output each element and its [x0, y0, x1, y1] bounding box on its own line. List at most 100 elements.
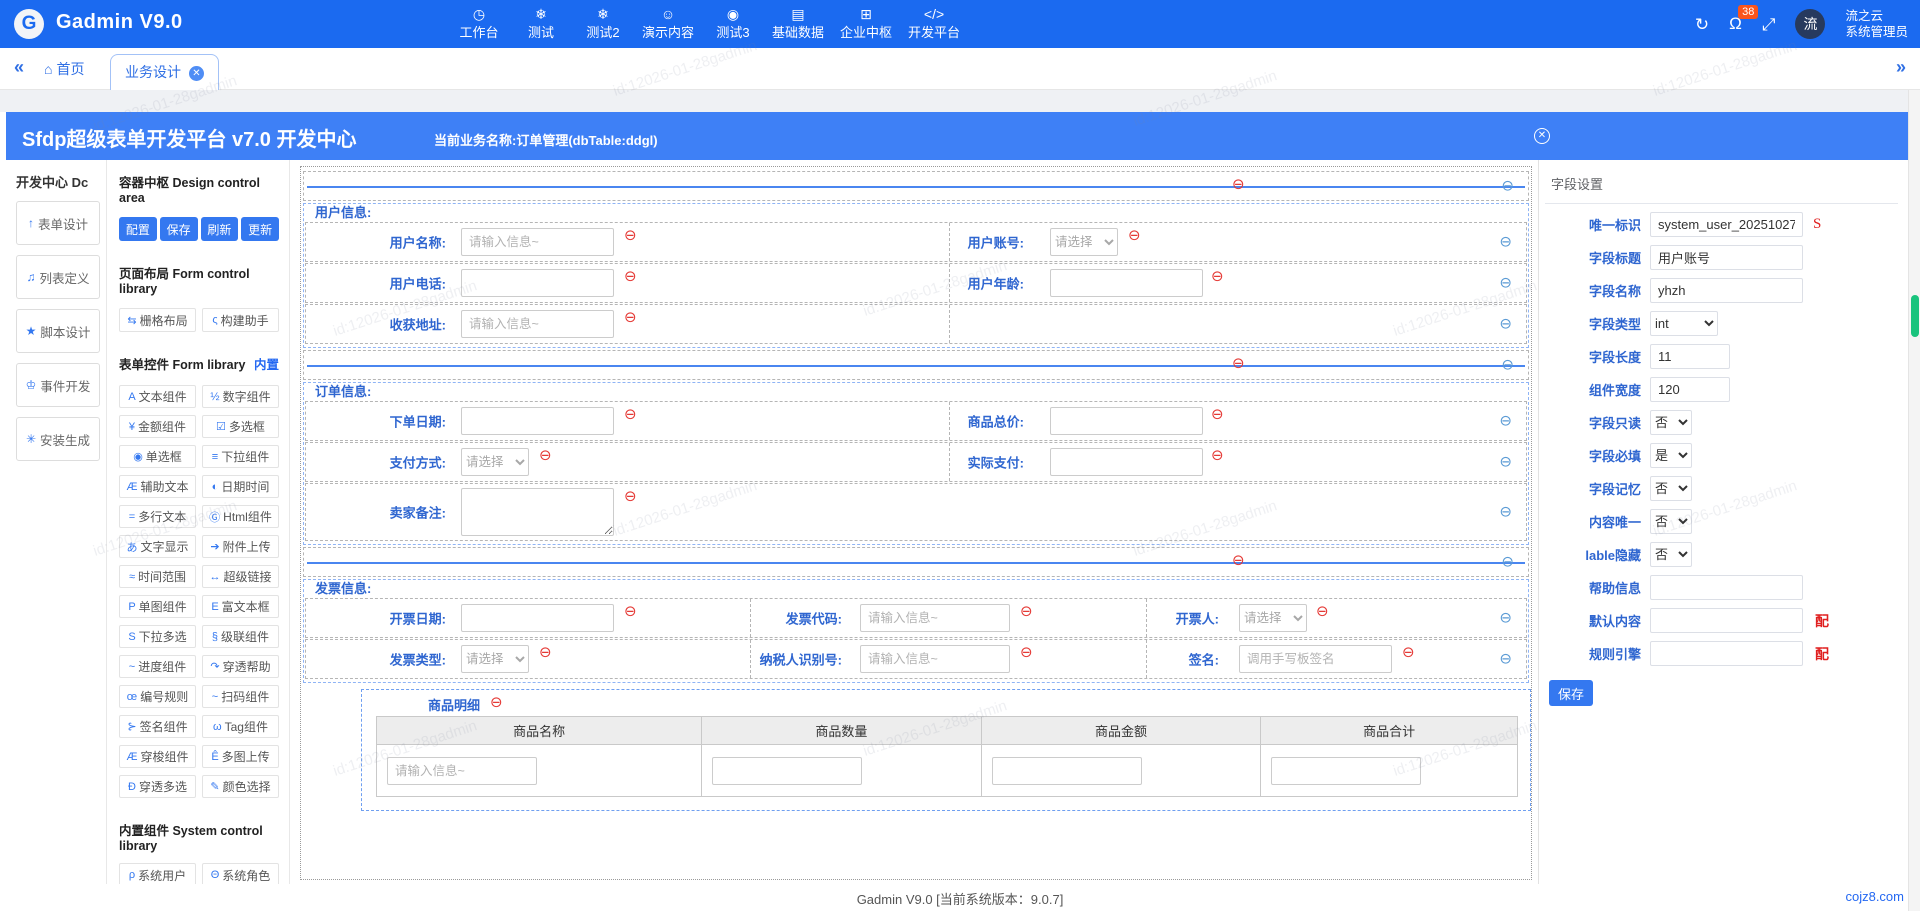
component-money[interactable]: ¥ 金额组件 [119, 415, 196, 438]
remove-field-icon[interactable] [624, 228, 637, 243]
component-pierce-help[interactable]: ↷ 穿透帮助 [202, 655, 279, 678]
sidebar-item-form-design[interactable]: ↑ 表单设计 [16, 201, 100, 245]
component-progress[interactable]: ~ 进度组件 [119, 655, 196, 678]
component-signature[interactable]: ⊱ 签名组件 [119, 715, 196, 738]
component-text[interactable]: A 文本组件 [119, 385, 196, 408]
component-helper-text[interactable]: Æ 辅助文本 [119, 475, 196, 498]
tab-business-design[interactable]: 业务设计 ✕ [110, 54, 219, 90]
remove-row-icon[interactable] [1501, 358, 1514, 373]
refresh-icon[interactable]: ↻ [1695, 16, 1709, 33]
age-input[interactable] [1050, 269, 1203, 297]
nav-item-test2[interactable]: ❄ 测试2 [572, 0, 634, 48]
signature-input[interactable] [1239, 645, 1392, 673]
remove-row-icon[interactable] [1499, 455, 1512, 470]
remove-field-icon[interactable] [539, 448, 552, 463]
component-time-range[interactable]: ≈ 时间范围 [119, 565, 196, 588]
drawer-select[interactable]: 请选择 [1239, 604, 1307, 632]
nav-item-test3[interactable]: ◉ 测试3 [702, 0, 764, 48]
remove-field-icon[interactable] [1020, 645, 1033, 660]
tab-close-icon[interactable]: ✕ [189, 66, 204, 81]
component-richtext[interactable]: E 富文本框 [202, 595, 279, 618]
component-system-role[interactable]: Θ 系统角色 [202, 863, 279, 884]
content-unique-select[interactable]: 否 [1650, 509, 1692, 534]
remove-row-icon[interactable] [1501, 179, 1514, 194]
config-button[interactable]: 配置 [119, 217, 157, 241]
save-button[interactable]: 保存 [159, 217, 198, 241]
sidebar-item-list-define[interactable]: ♫ 列表定义 [16, 255, 100, 299]
remove-field-icon[interactable] [624, 407, 637, 422]
component-system-user[interactable]: ρ 系统用户 [119, 863, 196, 884]
remove-row-icon[interactable] [1499, 414, 1512, 429]
component-color-picker[interactable]: ✎ 颜色选择 [202, 775, 279, 798]
remove-field-icon[interactable] [624, 269, 637, 284]
remove-field-icon[interactable] [624, 310, 637, 325]
nav-item-demo[interactable]: ☺ 演示内容 [634, 0, 702, 48]
remove-subtable-icon[interactable] [490, 695, 503, 710]
user-info[interactable]: 流之云 系统管理员 [1845, 8, 1908, 40]
scrollbar-thumb[interactable] [1911, 295, 1919, 337]
username-input[interactable] [461, 228, 614, 256]
tabs-collapse-icon[interactable]: « [14, 57, 24, 78]
product-total-input[interactable] [1271, 756, 1422, 785]
component-multi-select[interactable]: S 下拉多选 [119, 625, 196, 648]
fullscreen-icon[interactable]: ⤢ [1762, 16, 1776, 33]
component-single-image[interactable]: P 单图组件 [119, 595, 196, 618]
component-pierce-multiselect[interactable]: Ð 穿透多选 [119, 775, 196, 798]
nav-item-enterprise-hub[interactable]: ⊞ 企业中枢 [832, 0, 900, 48]
field-title-input[interactable] [1650, 245, 1803, 270]
remove-row-icon[interactable] [1501, 555, 1514, 570]
product-name-input[interactable] [387, 756, 537, 785]
seller-note-textarea[interactable] [461, 488, 614, 536]
component-file-upload[interactable]: ➔ 附件上传 [202, 535, 279, 558]
pay-method-select[interactable]: 请选择 [461, 448, 529, 476]
remove-field-icon[interactable] [1211, 269, 1224, 284]
component-width-input[interactable] [1650, 377, 1730, 402]
refresh-button[interactable]: 刷新 [200, 217, 239, 241]
tax-id-input[interactable] [860, 645, 1010, 673]
remove-field-icon[interactable] [1402, 645, 1415, 660]
remove-row-icon[interactable] [1499, 235, 1512, 250]
settings-save-button[interactable]: 保存 [1549, 680, 1593, 706]
product-amount-input[interactable] [991, 756, 1142, 785]
component-tag[interactable]: ω Tag组件 [202, 715, 279, 738]
avatar[interactable]: 流 [1795, 9, 1826, 39]
component-html[interactable]: Ⓖ Html组件 [202, 505, 279, 528]
rule-engine-input[interactable] [1650, 641, 1803, 666]
remove-row-icon[interactable] [1499, 652, 1512, 667]
readonly-select[interactable]: 否 [1650, 410, 1692, 435]
phone-input[interactable] [461, 269, 614, 297]
unique-id-input[interactable] [1650, 212, 1803, 237]
component-multi-image-upload[interactable]: Ê 多图上传 [202, 745, 279, 768]
invoice-date-input[interactable] [461, 604, 614, 632]
configure-button[interactable]: 配 [1815, 611, 1829, 631]
component-multiline-text[interactable]: = 多行文本 [119, 505, 196, 528]
tabs-expand-icon[interactable]: » [1896, 57, 1906, 78]
remove-field-icon[interactable] [1020, 604, 1033, 619]
component-number-rule[interactable]: œ 编号规则 [119, 685, 196, 708]
field-length-input[interactable] [1650, 344, 1730, 369]
sidebar-item-install-generate[interactable]: ✳ 安装生成 [16, 417, 100, 461]
component-transfer[interactable]: Æ 穿梭组件 [119, 745, 196, 768]
sidebar-item-script-design[interactable]: ★ 脚本设计 [16, 309, 100, 353]
component-text-display[interactable]: あ文字显示 [119, 535, 196, 558]
memory-select[interactable]: 否 [1650, 476, 1692, 501]
notifications[interactable]: Ω 38 [1729, 4, 1759, 34]
help-info-input[interactable] [1650, 575, 1803, 600]
actual-pay-input[interactable] [1050, 448, 1203, 476]
remove-field-icon[interactable] [539, 645, 552, 660]
configure-button[interactable]: 配 [1815, 644, 1829, 664]
remove-field-icon[interactable] [1211, 407, 1224, 422]
component-cascade[interactable]: § 级联组件 [202, 625, 279, 648]
nav-item-test[interactable]: ❄ 测试 [510, 0, 572, 48]
total-price-input[interactable] [1050, 407, 1203, 435]
component-number[interactable]: ½ 数字组件 [202, 385, 279, 408]
account-select[interactable]: 请选择 [1050, 228, 1118, 256]
update-button[interactable]: 更新 [241, 217, 279, 241]
remove-field-icon[interactable] [1316, 604, 1329, 619]
default-content-input[interactable] [1650, 608, 1803, 633]
remove-row-icon[interactable] [1499, 276, 1512, 291]
component-datetime[interactable]: ◐ 日期时间 [202, 475, 279, 498]
label-hidden-select[interactable]: 否 [1650, 542, 1692, 567]
site-link[interactable]: cojz8.com [1845, 889, 1904, 904]
field-name-input[interactable] [1650, 278, 1803, 303]
